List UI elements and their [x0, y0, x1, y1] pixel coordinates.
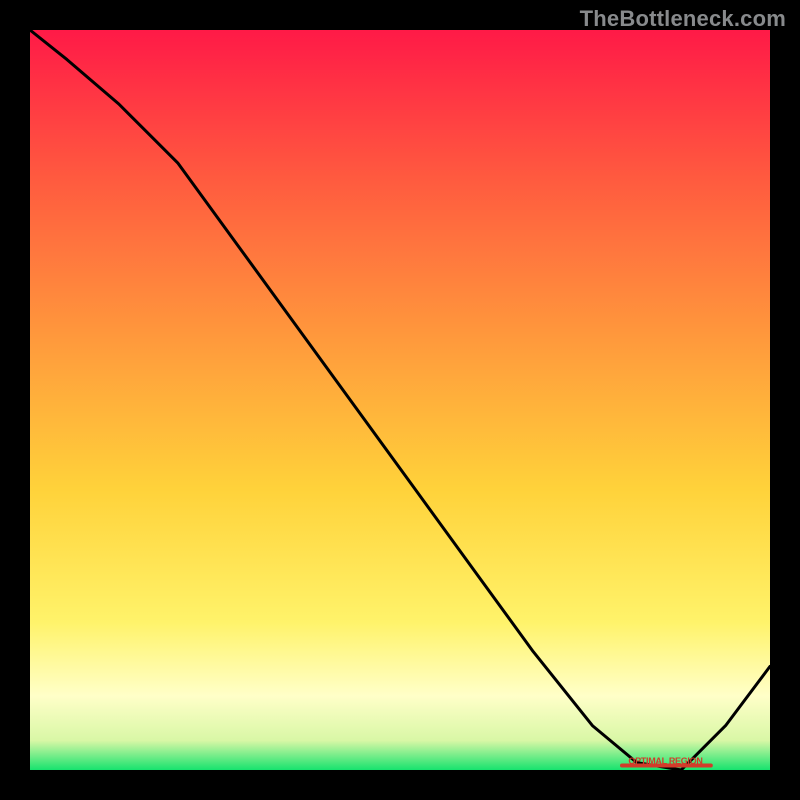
chart-svg	[0, 0, 800, 800]
optimal-region-label: OPTIMAL REGION	[628, 756, 702, 766]
plot-area	[30, 30, 770, 770]
watermark-text: TheBottleneck.com	[580, 6, 786, 32]
chart-stage: { "watermark": { "text": "TheBottleneck.…	[0, 0, 800, 800]
